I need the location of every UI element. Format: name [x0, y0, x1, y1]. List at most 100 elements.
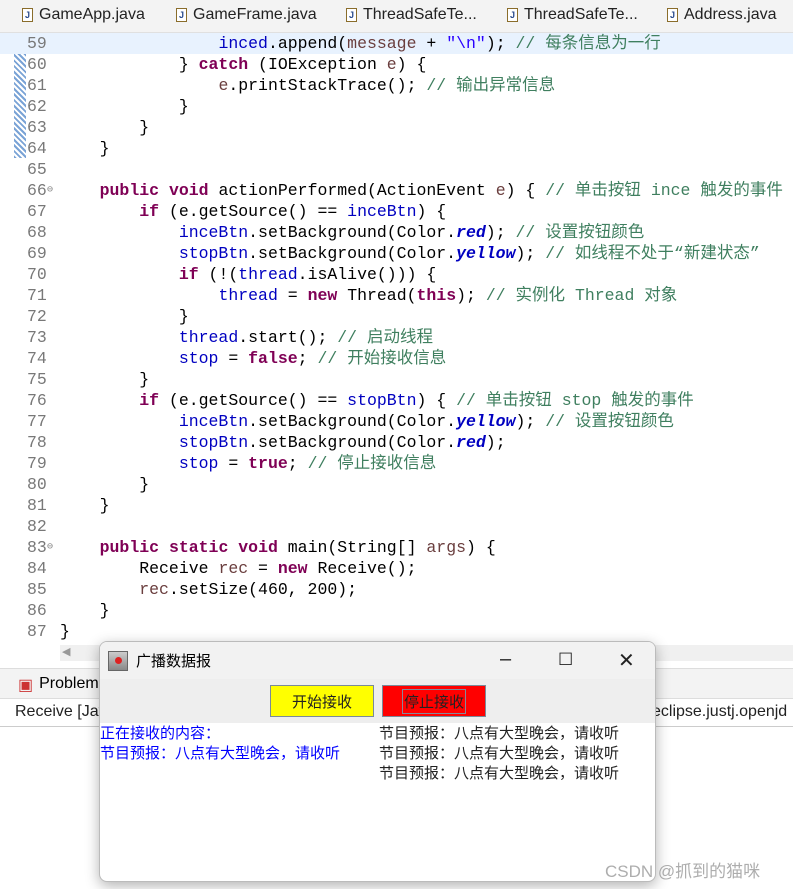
- code-line[interactable]: 68 inceBtn.setBackground(Color.red); // …: [0, 222, 793, 243]
- code-line[interactable]: 64 }: [0, 138, 793, 159]
- line-number: 62: [27, 97, 47, 116]
- code-line[interactable]: 76 if (e.getSource() == stopBtn) { // 单击…: [0, 390, 793, 411]
- code-text: }: [60, 600, 110, 621]
- code-token: red: [456, 223, 486, 242]
- code-line[interactable]: 65: [0, 159, 793, 180]
- code-text: }: [60, 621, 70, 642]
- code-token: Receive();: [307, 559, 417, 578]
- code-token: .setBackground(Color.: [248, 244, 457, 263]
- code-line[interactable]: 78 stopBtn.setBackground(Color.red);: [0, 432, 793, 453]
- start-receive-button[interactable]: 开始接收: [270, 685, 374, 717]
- code-token: static: [168, 538, 229, 557]
- code-line[interactable]: 74 stop = false; // 开始接收信息: [0, 348, 793, 369]
- code-line[interactable]: 81 }: [0, 495, 793, 516]
- code-line[interactable]: 83 ⊖ public static void main(String[] arg…: [0, 537, 793, 558]
- line-number: 86: [27, 601, 47, 620]
- code-line[interactable]: 85 rec.setSize(460, 200);: [0, 579, 793, 600]
- code-token: e: [218, 76, 229, 95]
- code-token: );: [485, 34, 516, 53]
- code-line[interactable]: 87}: [0, 621, 793, 642]
- received-messages[interactable]: 节目预报：八点有大型晚会，请收听 节目预报：八点有大型晚会，请收听 节目预报：八…: [379, 724, 619, 784]
- code-line[interactable]: 82: [0, 516, 793, 537]
- code-token: );: [456, 286, 486, 305]
- stop-receive-button[interactable]: 停止接收: [382, 685, 486, 717]
- code-text: inceBtn.setBackground(Color.red); // 设置按…: [60, 222, 644, 243]
- code-token: .append(: [267, 34, 348, 53]
- window-titlebar[interactable]: 广播数据报 – ☐ ✕: [100, 642, 655, 679]
- line-number: 61: [27, 76, 47, 95]
- code-line[interactable]: 79 stop = true; // 停止接收信息: [0, 453, 793, 474]
- code-token: );: [515, 412, 546, 431]
- code-token: }: [60, 370, 150, 389]
- code-token: // 输出异常信息: [426, 76, 556, 95]
- code-line[interactable]: 67 if (e.getSource() == inceBtn) {: [0, 201, 793, 222]
- code-token: catch: [198, 55, 249, 74]
- code-line[interactable]: 63 }: [0, 117, 793, 138]
- code-line[interactable]: 59 inced.append(message + "\n"); // 每条信息…: [0, 33, 793, 54]
- code-text: inced.append(message + "\n"); // 每条信息为一行: [60, 33, 660, 54]
- receiving-text[interactable]: 正在接收的内容： 节目预报：八点有大型晚会，请收听: [100, 724, 340, 764]
- tab-address[interactable]: J Address.java: [667, 6, 777, 24]
- scroll-left-icon[interactable]: ◀: [62, 645, 70, 658]
- java-file-icon: J: [507, 8, 518, 22]
- line-number: 60: [27, 55, 47, 74]
- code-line[interactable]: 72 }: [0, 306, 793, 327]
- code-editor[interactable]: 59 inced.append(message + "\n"); // 每条信息…: [0, 33, 793, 643]
- code-token: ) {: [466, 538, 496, 557]
- button-bar: 开始接收 停止接收: [100, 679, 655, 723]
- tab-threadsafe-1[interactable]: J ThreadSafeTe...: [346, 6, 477, 24]
- code-token: e: [386, 55, 397, 74]
- window-title: 广播数据报: [136, 653, 212, 670]
- code-token: Receive: [60, 559, 219, 578]
- code-text: }: [60, 96, 189, 117]
- code-line[interactable]: 61 e.printStackTrace(); // 输出异常信息: [0, 75, 793, 96]
- maximize-button[interactable]: ☐: [558, 650, 573, 670]
- code-line[interactable]: 71 thread = new Thread(this); // 实例化 Thr…: [0, 285, 793, 306]
- code-token: }: [60, 475, 150, 494]
- code-line[interactable]: 69 stopBtn.setBackground(Color.yellow); …: [0, 243, 793, 264]
- tab-gameapp[interactable]: J GameApp.java: [22, 6, 145, 24]
- tab-threadsafe-2[interactable]: J ThreadSafeTe...: [507, 6, 638, 24]
- code-token: .setBackground(Color.: [248, 433, 457, 452]
- line-number: 72: [27, 307, 47, 326]
- code-line[interactable]: 70 if (!(thread.isAlive())) {: [0, 264, 793, 285]
- line-number: 74: [27, 349, 47, 368]
- code-token: true: [248, 454, 288, 473]
- java-file-icon: J: [667, 8, 678, 22]
- code-text: Receive rec = new Receive();: [60, 558, 417, 579]
- fold-icon[interactable]: ⊖: [47, 537, 53, 558]
- minimize-button[interactable]: –: [500, 648, 511, 671]
- code-line[interactable]: 66 ⊖ public void actionPerformed(ActionEv…: [0, 180, 793, 201]
- line-number: 84: [27, 559, 47, 578]
- code-token: (e.getSource() ==: [159, 202, 348, 221]
- code-line[interactable]: 73 thread.start(); // 启动线程: [0, 327, 793, 348]
- code-line[interactable]: 84 Receive rec = new Receive();: [0, 558, 793, 579]
- code-token: .isAlive())) {: [297, 265, 437, 284]
- code-token: thread: [218, 286, 278, 305]
- code-text: stop = false; // 开始接收信息: [60, 348, 446, 369]
- code-line[interactable]: 80 }: [0, 474, 793, 495]
- code-line[interactable]: 60 } catch (IOException e) {: [0, 54, 793, 75]
- line-number: 78: [27, 433, 47, 452]
- code-line[interactable]: 86 }: [0, 600, 793, 621]
- console-jre-path: eclipse.justj.openjd: [652, 703, 788, 720]
- tab-gameframe[interactable]: J GameFrame.java: [176, 6, 317, 24]
- problems-tab[interactable]: Problem: [39, 675, 99, 698]
- code-line[interactable]: 75 }: [0, 369, 793, 390]
- code-line[interactable]: 77 inceBtn.setBackground(Color.yellow); …: [0, 411, 793, 432]
- code-token: this: [416, 286, 457, 305]
- code-text: stopBtn.setBackground(Color.yellow); // …: [60, 243, 760, 264]
- java-app-icon: [108, 650, 128, 671]
- java-file-icon: J: [22, 8, 33, 22]
- fold-icon[interactable]: ⊖: [47, 180, 53, 201]
- code-line[interactable]: 62 }: [0, 96, 793, 117]
- code-token: .printStackTrace();: [228, 76, 427, 95]
- close-button[interactable]: ✕: [618, 648, 635, 673]
- code-token: ;: [297, 349, 318, 368]
